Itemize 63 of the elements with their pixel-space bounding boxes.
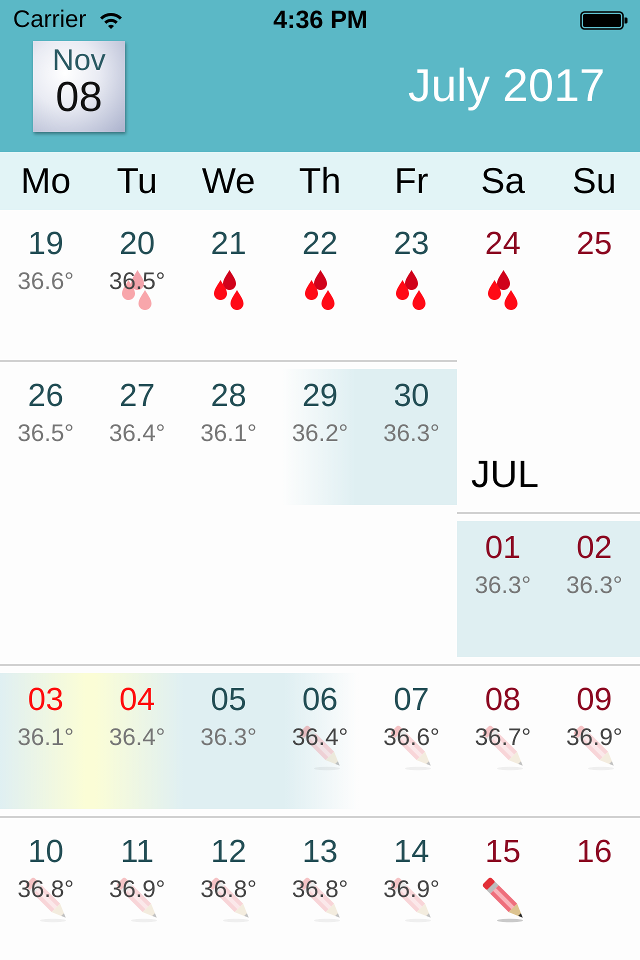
day-number[interactable]: 21 [210, 225, 246, 261]
weekday-label: We [202, 159, 256, 203]
day-number[interactable]: 13 [302, 833, 338, 869]
status-time: 4:36 PM [273, 5, 368, 36]
weekday-label: Th [298, 159, 341, 203]
temperature-reading: 36.9° [383, 876, 440, 904]
month-label: JUL [471, 453, 539, 497]
wifi-icon [99, 11, 124, 29]
day-number[interactable]: 23 [394, 225, 430, 261]
day-number[interactable]: 03 [28, 681, 64, 717]
day-number[interactable]: 05 [210, 681, 246, 717]
temperature-reading: 36.1° [200, 420, 257, 448]
temperature-reading: 36.9° [566, 724, 622, 752]
temperature-reading: 36.3° [566, 572, 622, 600]
day-number[interactable]: 04 [119, 681, 155, 717]
day-number[interactable]: 30 [394, 377, 430, 413]
weekday-label: Su [572, 159, 616, 203]
day-number[interactable]: 26 [28, 377, 64, 413]
day-number[interactable]: 16 [576, 833, 612, 869]
day-number[interactable]: 11 [120, 833, 154, 869]
day-number[interactable]: 22 [302, 225, 338, 261]
temperature-reading: 36.3° [200, 724, 257, 752]
day-number[interactable]: 06 [302, 681, 338, 717]
temperature-reading: 36.8° [18, 876, 74, 904]
temperature-reading: 36.3° [474, 572, 531, 600]
day-number[interactable]: 01 [485, 529, 521, 565]
temperature-reading: 36.4° [292, 724, 348, 752]
weekday-label: Sa [480, 159, 525, 203]
temperature-reading: 36.4° [108, 724, 166, 752]
temperature-reading: 36.8° [292, 876, 348, 904]
today-button[interactable]: Nov 08 [33, 41, 125, 132]
temperature-reading: 36.3° [383, 420, 440, 448]
day-number[interactable]: 24 [485, 225, 521, 261]
weekday-label: Tu [116, 159, 158, 203]
day-number[interactable]: 09 [576, 681, 612, 717]
temperature-reading: 36.5° [18, 420, 74, 448]
day-number[interactable]: 20 [119, 225, 155, 261]
temperature-reading: 36.1° [18, 724, 74, 752]
day-number[interactable]: 29 [302, 377, 338, 413]
day-number[interactable]: 19 [28, 225, 64, 261]
day-number[interactable]: 10 [28, 833, 64, 869]
temperature-reading: 36.5° [108, 268, 166, 296]
day-number[interactable]: 12 [210, 833, 246, 869]
temperature-reading: 36.9° [108, 876, 166, 904]
day-number[interactable]: 14 [394, 833, 430, 869]
temperature-reading: 36.6° [18, 268, 74, 296]
carrier-label: Carrier [13, 5, 86, 35]
temperature-reading: 36.8° [200, 876, 257, 904]
day-number[interactable]: 02 [576, 529, 612, 565]
weekday-label: Fr [394, 159, 428, 203]
day-number[interactable]: 25 [576, 225, 612, 261]
temperature-reading: 36.2° [292, 420, 348, 448]
weekday-label: Mo [20, 159, 71, 203]
day-number[interactable]: 28 [210, 377, 246, 413]
temperature-reading: 36.4° [108, 420, 166, 448]
day-number[interactable]: 27 [119, 377, 155, 413]
month-title: July 2017 [408, 59, 605, 111]
day-number[interactable]: 07 [394, 681, 430, 717]
day-number[interactable]: 15 [485, 833, 521, 869]
day-number[interactable]: 08 [485, 681, 521, 717]
temperature-reading: 36.7° [474, 724, 531, 752]
temperature-reading: 36.6° [383, 724, 440, 752]
battery-icon [580, 10, 628, 30]
